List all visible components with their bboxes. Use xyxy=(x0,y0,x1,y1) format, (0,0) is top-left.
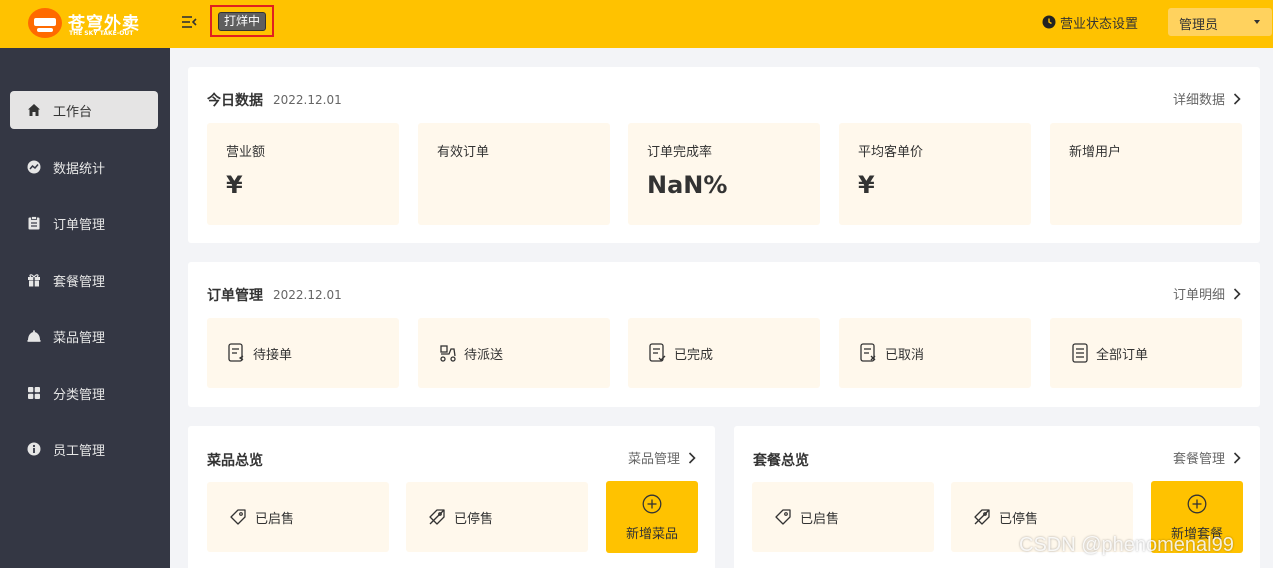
order-card-label: 已取消 xyxy=(885,347,925,363)
stat-card-completion-rate: 订单完成率 NaN% xyxy=(628,123,820,225)
admin-dropdown[interactable]: 管理员 xyxy=(1168,8,1272,36)
clock-icon xyxy=(1042,15,1056,29)
order-card-pending[interactable]: 待接单 xyxy=(207,318,399,388)
order-card-cancelled[interactable]: 已取消 xyxy=(839,318,1031,388)
chevron-right-icon xyxy=(1233,92,1241,105)
dish-icon xyxy=(27,330,41,342)
app-logo: 苍穹外卖 THE SKY TAKE-OUT xyxy=(28,8,148,40)
sidebar: 工作台 数据统计 订单管理 套餐管理 菜品管理 分类管理 员工管理 xyxy=(0,48,170,568)
dish-management-link[interactable]: 菜品管理 xyxy=(628,448,696,467)
today-data-date: 2022.12.01 xyxy=(273,93,342,107)
sidebar-item-employees[interactable]: 员工管理 xyxy=(10,430,158,468)
chevron-right-icon xyxy=(1233,451,1241,464)
sidebar-item-workbench[interactable]: 工作台 xyxy=(10,91,158,129)
setmeal-management-label: 套餐管理 xyxy=(1173,452,1226,467)
stat-value: ¥ xyxy=(226,171,243,199)
setmeal-off-sale-label: 已停售 xyxy=(999,511,1039,527)
dish-management-label: 菜品管理 xyxy=(628,452,681,467)
dish-on-sale-label: 已启售 xyxy=(255,511,295,527)
delivery-icon xyxy=(440,345,456,362)
stat-label: 营业额 xyxy=(226,145,266,160)
order-detail-link[interactable]: 订单明细 xyxy=(1173,284,1241,303)
order-card-delivery[interactable]: 待派送 xyxy=(418,318,610,388)
sidebar-item-label: 订单管理 xyxy=(53,217,106,233)
logo-icon xyxy=(28,8,62,38)
dish-off-sale-card: 已停售 xyxy=(406,482,588,552)
home-icon xyxy=(28,104,40,116)
order-card-completed[interactable]: 已完成 xyxy=(628,318,820,388)
tag-off-icon xyxy=(429,509,445,525)
stat-value: ¥ xyxy=(858,171,875,199)
order-completed-icon xyxy=(649,343,666,362)
menu-collapse-icon[interactable] xyxy=(180,13,198,31)
shop-status-badge: 打烊中 xyxy=(218,12,267,31)
sidebar-item-label: 工作台 xyxy=(53,104,93,120)
sidebar-item-label: 套餐管理 xyxy=(53,274,106,290)
sidebar-item-orders[interactable]: 订单管理 xyxy=(10,204,158,242)
stat-label: 有效订单 xyxy=(437,145,490,160)
dishes-overview-title: 菜品总览 xyxy=(207,453,263,469)
sidebar-item-categories[interactable]: 分类管理 xyxy=(10,374,158,412)
order-card-label: 全部订单 xyxy=(1096,347,1149,363)
gift-icon xyxy=(28,274,40,287)
order-card-label: 待接单 xyxy=(253,347,293,363)
order-pending-icon xyxy=(228,343,244,362)
sidebar-item-dishes[interactable]: 菜品管理 xyxy=(10,317,158,355)
order-management-date: 2022.12.01 xyxy=(273,288,342,302)
chevron-right-icon xyxy=(688,451,696,464)
detail-data-link[interactable]: 详细数据 xyxy=(1173,89,1241,108)
clipboard-icon xyxy=(28,216,40,230)
tag-icon xyxy=(775,509,791,525)
chevron-right-icon xyxy=(1233,287,1241,300)
stat-label: 新增用户 xyxy=(1069,145,1122,160)
setmeal-management-link[interactable]: 套餐管理 xyxy=(1173,448,1241,467)
dish-off-sale-label: 已停售 xyxy=(454,511,494,527)
top-header: 苍穹外卖 THE SKY TAKE-OUT 打烊中 营业状态设置 管理员 xyxy=(0,0,1273,48)
today-data-panel: 今日数据 2022.12.01 详细数据 营业额 ¥ 有效订单 订单完成率 Na… xyxy=(188,67,1260,243)
add-dish-label: 新增菜品 xyxy=(625,527,678,542)
caret-down-icon xyxy=(1254,20,1260,24)
order-management-panel: 订单管理 2022.12.01 订单明细 待接单 待派送 已完成 已取消 全部订… xyxy=(188,262,1260,407)
stat-card-revenue: 营业额 ¥ xyxy=(207,123,399,225)
order-all-icon xyxy=(1072,343,1088,363)
plus-circle-icon xyxy=(642,494,662,514)
order-cancelled-icon xyxy=(860,343,876,362)
stat-label: 订单完成率 xyxy=(647,145,713,160)
sidebar-item-label: 分类管理 xyxy=(53,387,106,403)
stat-card-valid-orders: 有效订单 xyxy=(418,123,610,225)
info-icon xyxy=(27,442,41,456)
logo-subtitle: THE SKY TAKE-OUT xyxy=(69,30,134,37)
order-card-label: 已完成 xyxy=(674,347,714,363)
stat-value: NaN% xyxy=(647,171,728,199)
order-card-label: 待派送 xyxy=(464,347,504,363)
stat-card-avg-price: 平均客单价 ¥ xyxy=(839,123,1031,225)
dishes-overview-panel: 菜品总览 菜品管理 已启售 已停售 新增菜品 xyxy=(188,426,715,568)
business-status-settings-label: 营业状态设置 xyxy=(1060,16,1139,32)
stat-card-new-users: 新增用户 xyxy=(1050,123,1242,225)
tag-off-icon xyxy=(974,509,990,525)
setmeal-on-sale-label: 已启售 xyxy=(800,511,840,527)
admin-label: 管理员 xyxy=(1179,18,1219,33)
stat-label: 平均客单价 xyxy=(858,145,924,160)
grid-icon xyxy=(28,387,40,399)
tag-icon xyxy=(230,509,246,525)
setmeals-overview-title: 套餐总览 xyxy=(753,453,809,469)
chart-icon xyxy=(27,160,41,174)
sidebar-item-label: 菜品管理 xyxy=(53,330,106,346)
sidebar-item-statistics[interactable]: 数据统计 xyxy=(10,148,158,186)
sidebar-item-setmeals[interactable]: 套餐管理 xyxy=(10,261,158,299)
watermark: CSDN @phenomenal99 xyxy=(1019,534,1234,556)
business-status-settings-button[interactable]: 营业状态设置 xyxy=(1042,12,1138,32)
order-card-all[interactable]: 全部订单 xyxy=(1050,318,1242,388)
plus-circle-icon xyxy=(1187,494,1207,514)
add-dish-button[interactable]: 新增菜品 xyxy=(606,481,698,553)
setmeal-on-sale-card: 已启售 xyxy=(752,482,934,552)
order-detail-label: 订单明细 xyxy=(1173,288,1226,303)
sidebar-item-label: 员工管理 xyxy=(53,443,106,459)
sidebar-item-label: 数据统计 xyxy=(53,161,106,177)
order-management-title: 订单管理 xyxy=(207,288,263,304)
today-data-title: 今日数据 xyxy=(207,93,263,109)
detail-data-label: 详细数据 xyxy=(1173,93,1226,108)
dish-on-sale-card: 已启售 xyxy=(207,482,389,552)
